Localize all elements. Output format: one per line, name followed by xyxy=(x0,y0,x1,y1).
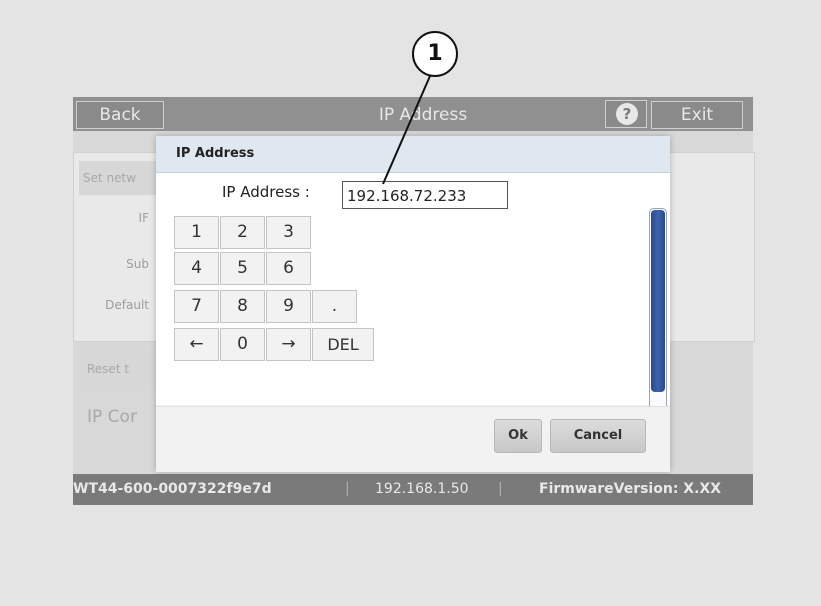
callout-number: 1 xyxy=(412,31,458,77)
callout-leader-line xyxy=(382,75,431,185)
